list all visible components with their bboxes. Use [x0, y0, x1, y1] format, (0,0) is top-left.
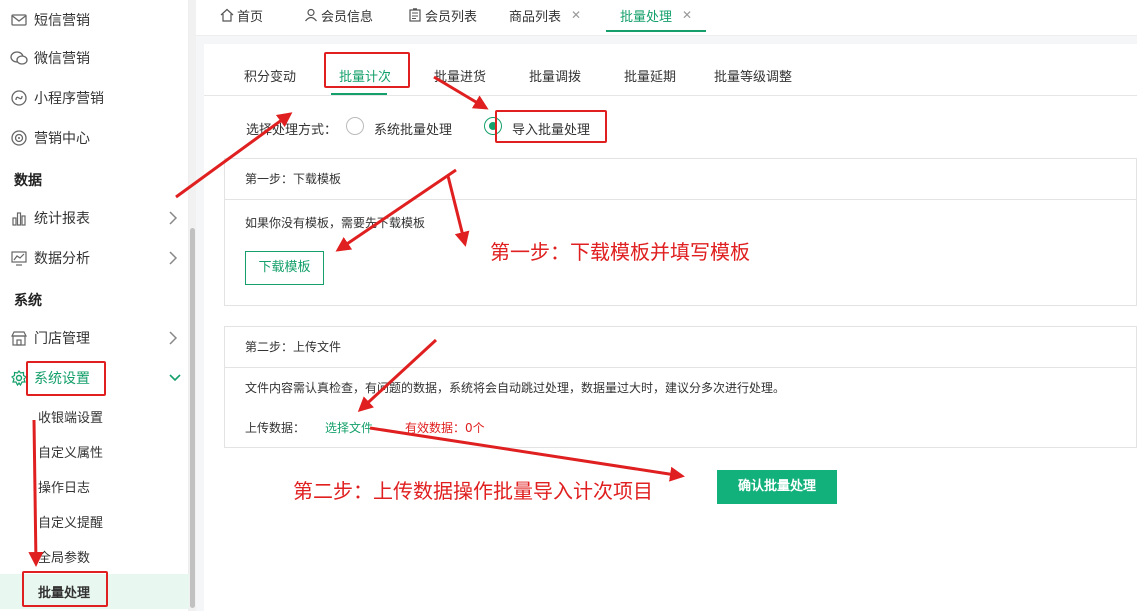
option-system-batch-label[interactable]: 系统批量处理	[374, 119, 452, 138]
mode-selector: 选择处理方式： 系统批量处理 导入批量处理	[204, 112, 1137, 142]
sidebar-item-sms-marketing[interactable]: 短信营销	[0, 0, 189, 40]
line-chart-icon	[10, 249, 28, 267]
annotation-box-batch-count-tab	[324, 52, 410, 88]
tab-batch-processing[interactable]: 批量处理 ✕	[606, 0, 707, 32]
radio-system-batch[interactable]	[346, 117, 364, 135]
step1-title: 第一步：下载模板	[225, 159, 1136, 200]
step2-title: 第二步：上传文件	[225, 327, 1136, 368]
annotation-box-batch-processing	[22, 571, 108, 607]
sidebar-item-miniprogram-marketing[interactable]: 小程序营销	[0, 78, 189, 118]
tab-label: 批量处理	[620, 9, 673, 25]
target-icon	[10, 129, 28, 147]
subtab-batch-extend[interactable]: 批量延期	[624, 66, 676, 85]
sidebar-item-label: 门店管理	[34, 331, 90, 347]
sidebar-scrollbar-thumb[interactable]	[190, 228, 195, 608]
chevron-right-icon	[169, 211, 181, 225]
store-icon	[10, 329, 28, 347]
sidebar-subitem-operation-log[interactable]: 操作日志	[0, 469, 189, 504]
mode-label: 选择处理方式：	[246, 123, 338, 138]
tab-home[interactable]: 首页	[220, 0, 263, 30]
sidebar-item-label: 统计报表	[34, 211, 90, 227]
annotation-box-import-option	[495, 110, 607, 143]
sidebar-item-label: 小程序营销	[34, 91, 104, 107]
sidebar-subitem-global-params[interactable]: 全局参数	[0, 539, 189, 574]
active-subtab-indicator	[331, 93, 387, 95]
close-icon[interactable]: ✕	[571, 8, 581, 22]
sidebar-item-data-analysis[interactable]: 数据分析	[0, 238, 189, 278]
step1-box: 第一步：下载模板 如果你没有模板，需要先下载模板 下载模板	[224, 158, 1137, 306]
sidebar-subitem-pos-settings[interactable]: 收银端设置	[0, 399, 189, 434]
sidebar-subitem-custom-attributes[interactable]: 自定义属性	[0, 434, 189, 469]
sidebar-item-wechat-marketing[interactable]: 微信营销	[0, 38, 189, 78]
chevron-right-icon	[169, 251, 181, 265]
upload-data-label: 上传数据：	[245, 421, 306, 435]
sidebar-subitem-custom-reminders[interactable]: 自定义提醒	[0, 504, 189, 539]
tab-member-list[interactable]: 会员列表	[408, 0, 477, 30]
annotation-box-system-settings	[26, 361, 106, 396]
subtab-batch-purchase[interactable]: 批量进货	[434, 66, 486, 85]
step1-description: 如果你没有模板，需要先下载模板	[245, 216, 426, 230]
main-area: 积分变动 批量计次 批量进货 批量调拨 批量延期 批量等级调整 选择处理方式： …	[196, 36, 1137, 611]
sidebar-item-label: 短信营销	[34, 13, 90, 29]
annotation-note-step1: 第一步：下载模板并填写模板	[490, 240, 750, 264]
sidebar-item-marketing-center[interactable]: 营销中心	[0, 118, 189, 158]
app-root: 短信营销 微信营销 小程序营销 营销中心 数据 统计报表 数据分析 系统 门店管…	[0, 0, 1137, 611]
step2-description: 文件内容需认真检查，有问题的数据，系统将会自动跳过处理，数据量过大时，建议分多次…	[245, 381, 786, 395]
subtab-points-change[interactable]: 积分变动	[244, 66, 296, 85]
sidebar-section-system: 系统	[14, 293, 42, 309]
top-tab-bar: 首页 会员信息 会员列表 商品列表 ✕ 批量处理 ✕	[196, 0, 1137, 36]
subtab-batch-transfer[interactable]: 批量调拨	[529, 66, 581, 85]
tab-product-list[interactable]: 商品列表 ✕	[509, 0, 581, 30]
list-icon	[408, 8, 422, 22]
miniprogram-icon	[10, 89, 28, 107]
sidebar: 短信营销 微信营销 小程序营销 营销中心 数据 统计报表 数据分析 系统 门店管…	[0, 0, 189, 611]
tab-label: 会员列表	[425, 9, 478, 25]
sidebar-item-label: 微信营销	[34, 51, 90, 67]
user-icon	[304, 8, 318, 22]
batch-panel: 积分变动 批量计次 批量进货 批量调拨 批量延期 批量等级调整 选择处理方式： …	[204, 44, 1137, 611]
subtab-batch-level-adjust[interactable]: 批量等级调整	[714, 66, 792, 85]
sidebar-item-label: 营销中心	[34, 131, 90, 147]
chevron-right-icon	[169, 331, 181, 345]
close-icon[interactable]: ✕	[682, 8, 692, 22]
step2-box: 第二步：上传文件 文件内容需认真检查，有问题的数据，系统将会自动跳过处理，数据量…	[224, 326, 1137, 448]
choose-file-link[interactable]: 选择文件	[325, 419, 373, 436]
annotation-note-step2: 第二步：上传数据操作批量导入计次项目	[293, 479, 653, 503]
sidebar-item-store-management[interactable]: 门店管理	[0, 318, 189, 358]
mail-icon	[10, 11, 28, 29]
sidebar-item-statistics[interactable]: 统计报表	[0, 198, 189, 238]
confirm-batch-button[interactable]: 确认批量处理	[717, 470, 837, 504]
download-template-button[interactable]: 下载模板	[245, 251, 324, 285]
sidebar-section-data: 数据	[14, 173, 42, 189]
tab-label: 会员信息	[321, 9, 374, 25]
sidebar-item-label: 数据分析	[34, 251, 90, 267]
valid-data-count: 有效数据：0个	[405, 421, 485, 435]
bar-chart-icon	[10, 209, 28, 227]
chevron-down-icon	[169, 370, 181, 384]
tab-label: 首页	[237, 9, 264, 25]
tab-member-info[interactable]: 会员信息	[304, 0, 373, 30]
tab-label: 商品列表	[509, 9, 562, 25]
home-icon	[220, 8, 234, 22]
wechat-icon	[10, 49, 28, 67]
